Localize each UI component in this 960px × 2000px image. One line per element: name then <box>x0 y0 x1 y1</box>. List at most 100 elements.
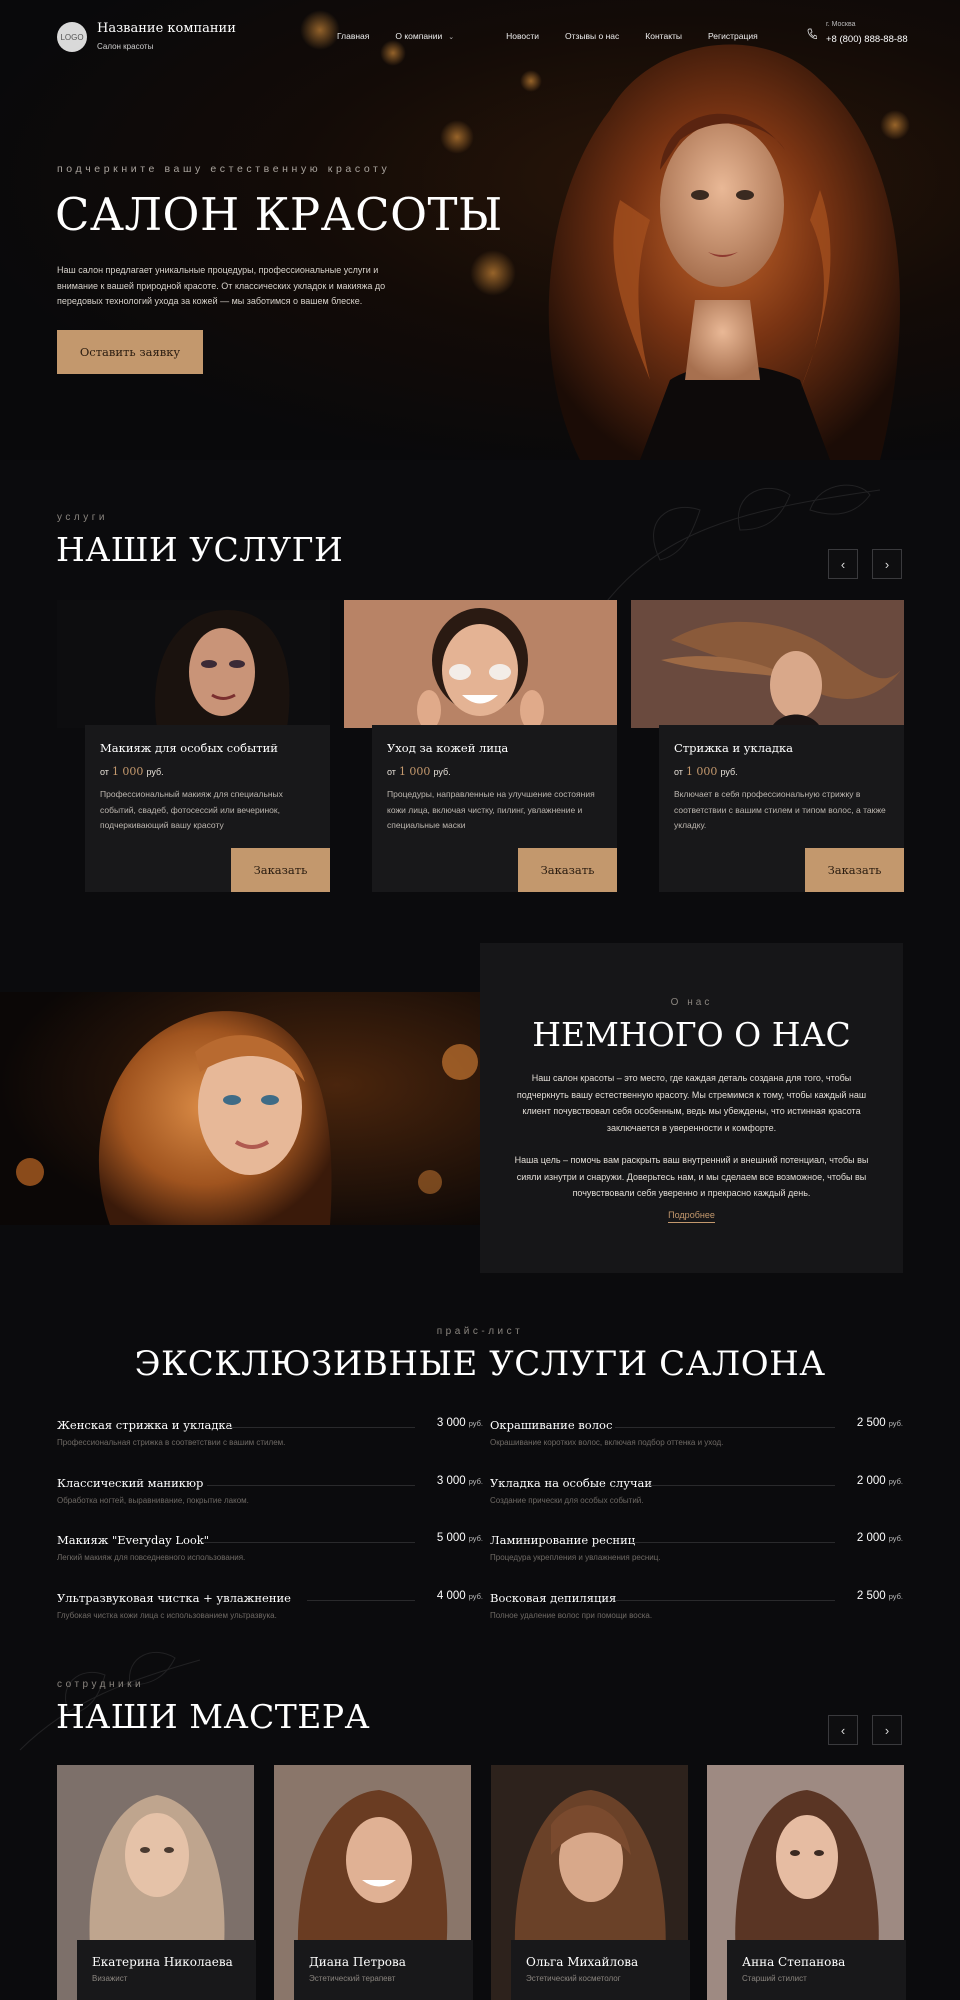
price-prefix: от <box>387 767 396 777</box>
pricelist-tag: прайс-лист <box>436 1326 524 1337</box>
price-divider <box>630 1542 835 1543</box>
chevron-left-icon: ‹ <box>840 1722 846 1738</box>
price-item: Ламинирование ресниц 2 000 руб. Процедура… <box>490 1532 903 1577</box>
nav-item-register[interactable]: Регистрация <box>708 31 758 41</box>
price-item: Окрашивание волос 2 500 руб. Окрашивание … <box>490 1417 903 1462</box>
pricelist-title: ЭКСКЛЮЗИВНЫЕ УСЛУГИ САЛОНА <box>134 1344 826 1384</box>
price-value: 1 000 <box>685 765 718 778</box>
master-card[interactable]: Диана Петрова Эстетический терапевт <box>294 1940 473 2000</box>
service-price: от 1 000 руб. <box>100 765 164 778</box>
nav-item-reviews[interactable]: Отзывы о нас <box>565 31 619 41</box>
price-divider <box>227 1427 415 1428</box>
price-item-desc: Процедура укрепления и увлажнения ресниц… <box>490 1553 661 1562</box>
chevron-right-icon: › <box>884 556 890 572</box>
price-amount: 2 500 <box>856 1590 886 1602</box>
price-item-name: Восковая депиляция <box>490 1591 617 1605</box>
price-item-desc: Создание прически для особых событий. <box>490 1496 644 1505</box>
price-item-name: Женская стрижка и укладка <box>57 1418 233 1432</box>
service-name: Уход за кожей лица <box>387 741 509 755</box>
more-link[interactable]: Подробнее <box>668 1210 715 1223</box>
price-currency: руб. <box>468 1592 483 1601</box>
price-item-name: Укладка на особые случаи <box>490 1476 653 1490</box>
price-prefix: от <box>674 767 683 777</box>
price-currency: руб. <box>888 1592 903 1601</box>
nav-item-about[interactable]: О компании ⌄ <box>395 31 480 41</box>
price-item: Классический маникюр 3 000 руб. Обработка… <box>57 1475 483 1520</box>
masters-prev-button[interactable]: ‹ <box>828 1715 858 1745</box>
chevron-right-icon: › <box>884 1722 890 1738</box>
company-name: Название компании <box>97 21 236 36</box>
price-amount: 4 000 <box>436 1590 466 1602</box>
phone-number[interactable]: +8 (800) 888-88-88 <box>826 34 908 45</box>
nav-item-home[interactable]: Главная <box>337 31 369 41</box>
master-role: Старший стилист <box>742 1974 807 1983</box>
price-divider <box>615 1427 835 1428</box>
price-item-name: Макияж "Everyday Look" <box>57 1533 210 1547</box>
hero-tagline: подчеркните вашу естественную красоту <box>57 163 391 175</box>
price-item-value: 5 000 руб. <box>437 1532 483 1544</box>
price-divider <box>650 1485 835 1486</box>
services-next-button[interactable]: › <box>872 549 902 579</box>
service-card: Макияж для особых событий от 1 000 руб. Пр… <box>85 725 330 892</box>
service-name: Макияж для особых событий <box>100 741 278 755</box>
price-currency: руб. <box>468 1534 483 1543</box>
master-role: Визажист <box>92 1974 128 1983</box>
masters-next-button[interactable]: › <box>872 1715 902 1745</box>
price-value: 1 000 <box>398 765 431 778</box>
price-item: Макияж "Everyday Look" 5 000 руб. Легкий … <box>57 1532 483 1577</box>
company-subtitle: Салон красоты <box>97 42 154 51</box>
price-currency: руб. <box>888 1477 903 1486</box>
haircut-service-photo <box>631 600 904 728</box>
order-button[interactable]: Заказать <box>231 848 330 892</box>
order-button[interactable]: Заказать <box>518 848 617 892</box>
city-label: г. Москва <box>826 21 856 28</box>
service-card: Уход за кожей лица от 1 000 руб. Процедуры… <box>372 725 617 892</box>
master-card[interactable]: Ольга Михайлова Эстетический косметолог <box>511 1940 690 2000</box>
price-item-desc: Профессиональная стрижка в соответствии … <box>57 1438 286 1447</box>
price-item-name: Ультразвуковая чистка + увлажнение <box>57 1591 291 1605</box>
price-item-name: Ламинирование ресниц <box>490 1533 636 1547</box>
price-item-name: Окрашивание волос <box>490 1418 613 1432</box>
service-description: Процедуры, направленные на улучшение сос… <box>387 789 595 830</box>
master-name: Анна Степанова <box>742 1955 846 1969</box>
price-item: Ультразвуковая чистка + увлажнение 4 000… <box>57 1590 483 1635</box>
services-prev-button[interactable]: ‹ <box>828 549 858 579</box>
price-item-desc: Окрашивание коротких волос, включая подб… <box>490 1438 724 1447</box>
makeup-service-photo <box>57 600 330 728</box>
price-divider <box>307 1600 415 1601</box>
nav-item-news[interactable]: Новости <box>506 31 539 41</box>
price-item-value: 2 500 руб. <box>857 1590 903 1602</box>
bokeh-light <box>440 120 474 154</box>
about-paragraph-2: Наша цель – помочь вам раскрыть ваш внут… <box>514 1155 869 1198</box>
price-currency: руб. <box>433 767 451 777</box>
phone-icon <box>807 28 817 40</box>
service-name: Стрижка и укладка <box>674 741 794 755</box>
price-amount: 2 000 <box>856 1532 886 1544</box>
order-button[interactable]: Заказать <box>805 848 904 892</box>
master-card[interactable]: Анна Степанова Старший стилист <box>727 1940 906 2000</box>
price-divider <box>615 1600 835 1601</box>
nav-item-contacts[interactable]: Контакты <box>645 31 682 41</box>
logo[interactable]: LOGO <box>57 22 87 52</box>
price-item-desc: Легкий макияж для повседневного использо… <box>57 1553 246 1562</box>
about-tag: О нас <box>670 997 713 1008</box>
price-currency: руб. <box>720 767 738 777</box>
about-photo <box>0 992 481 1225</box>
hero-description: Наш салон предлагает уникальные процедур… <box>57 265 386 306</box>
price-currency: руб. <box>146 767 164 777</box>
price-prefix: от <box>100 767 109 777</box>
master-card[interactable]: Екатерина Николаева Визажист <box>77 1940 256 2000</box>
price-item-value: 3 000 руб. <box>437 1417 483 1429</box>
request-button[interactable]: Оставить заявку <box>57 330 203 374</box>
price-amount: 2 000 <box>856 1475 886 1487</box>
service-description: Профессиональный макияж для специальных … <box>100 789 283 830</box>
skincare-service-photo <box>344 600 617 728</box>
master-name: Ольга Михайлова <box>526 1955 639 1969</box>
service-card: Стрижка и укладка от 1 000 руб. Включает в… <box>659 725 904 892</box>
master-role: Эстетический терапевт <box>309 1974 396 1983</box>
masters-tag: сотрудники <box>57 1679 145 1690</box>
price-divider <box>202 1542 415 1543</box>
price-currency: руб. <box>888 1419 903 1428</box>
master-name: Диана Петрова <box>309 1955 406 1969</box>
master-name: Екатерина Николаева <box>92 1955 233 1969</box>
